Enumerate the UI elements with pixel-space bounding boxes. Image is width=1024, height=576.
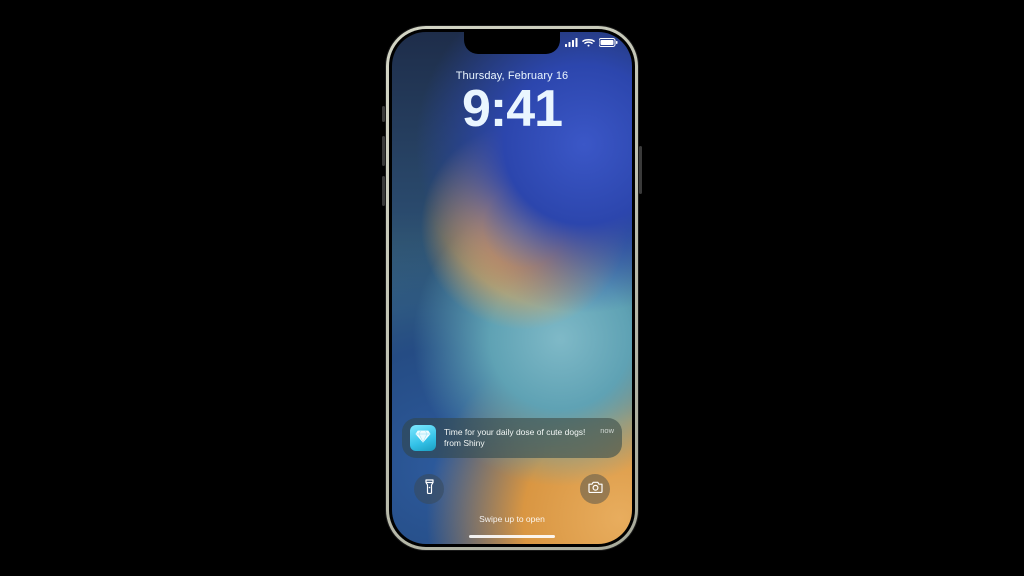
lock-datetime: Thursday, February 16 9:41 xyxy=(392,70,632,135)
camera-icon xyxy=(588,480,603,498)
lock-screen[interactable]: Thursday, February 16 9:41 Time for your… xyxy=(392,32,632,544)
flashlight-button[interactable] xyxy=(414,474,444,504)
mute-switch[interactable] xyxy=(382,106,385,122)
diamond-icon xyxy=(415,428,431,449)
notification-timestamp: now xyxy=(600,425,614,435)
power-button[interactable] xyxy=(639,146,642,194)
wifi-icon xyxy=(582,38,595,47)
battery-icon xyxy=(599,38,618,47)
notification-card[interactable]: Time for your daily dose of cute dogs! f… xyxy=(402,418,622,458)
home-indicator[interactable] xyxy=(469,535,555,539)
lock-time: 9:41 xyxy=(392,83,632,135)
signal-icon xyxy=(565,38,578,47)
flashlight-icon xyxy=(423,479,436,499)
notification-text: Time for your daily dose of cute dogs! f… xyxy=(444,427,592,448)
camera-button[interactable] xyxy=(580,474,610,504)
notification-title: Time for your daily dose of cute dogs! xyxy=(444,427,592,438)
phone-frame: Thursday, February 16 9:41 Time for your… xyxy=(386,26,638,550)
notification-subtitle: from Shiny xyxy=(444,438,592,449)
phone-bezel: Thursday, February 16 9:41 Time for your… xyxy=(389,29,635,547)
swipe-hint: Swipe up to open xyxy=(392,514,632,524)
notification-app-icon xyxy=(410,425,436,451)
volume-up-button[interactable] xyxy=(382,136,385,166)
status-bar xyxy=(565,38,618,47)
volume-down-button[interactable] xyxy=(382,176,385,206)
notch xyxy=(464,32,560,54)
